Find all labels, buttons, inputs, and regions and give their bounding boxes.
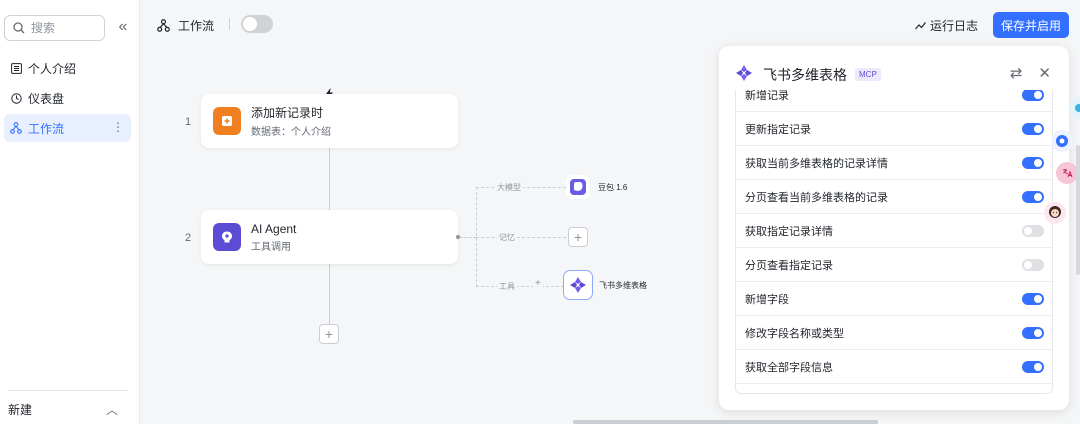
panel-title: 飞书多维表格 [763, 66, 847, 83]
tool-label: 新增字段 [745, 293, 789, 306]
tool-toggle-switch[interactable] [1022, 191, 1044, 203]
tool-row: 分页查看当前多维表格的记录 [736, 180, 1052, 214]
tool-toggle-switch[interactable] [1022, 90, 1044, 101]
search-input[interactable] [31, 21, 95, 35]
table-icon [10, 62, 22, 74]
search-icon [13, 22, 25, 34]
sidebar-item-profile[interactable]: 个人介绍 [4, 54, 131, 82]
tool-toggle-switch[interactable] [1022, 361, 1044, 373]
workflow-icon [157, 19, 170, 32]
tool-row: 获取全部字段信息 [736, 350, 1052, 384]
vertical-scrollbar[interactable] [1076, 145, 1080, 275]
add-step-button[interactable]: + [319, 324, 339, 344]
tool-label: 获取全部字段信息 [745, 361, 833, 374]
connector-line [329, 148, 330, 210]
run-log-label: 运行日志 [930, 19, 979, 33]
sidebar-item-label: 个人介绍 [28, 61, 77, 76]
tool-label: 新增记录 [745, 90, 789, 102]
tool-label: 更新指定记录 [745, 123, 811, 136]
feishu-base-icon [735, 64, 753, 85]
translate-float-icon[interactable] [1056, 162, 1078, 184]
tool-toggle-switch[interactable] [1022, 327, 1044, 339]
connector-line [329, 264, 330, 324]
more-options-icon[interactable]: ⋮ [112, 120, 124, 134]
tool-row: 新增记录 [736, 90, 1052, 112]
add-memory-button[interactable]: + [568, 227, 588, 247]
tool-toggle-switch[interactable] [1022, 157, 1044, 169]
tool-row: 新增字段 [736, 282, 1052, 316]
topbar: 工作流 运行日志 保存并启用 [141, 0, 1080, 46]
panel-header: 飞书多维表格 MCP [735, 64, 881, 85]
sidebar-item-workflow[interactable]: 工作流 ⋮ [4, 114, 131, 142]
tool-list: 新增记录更新指定记录获取当前多维表格的记录详情 分页查看当前多维表格的记录 获取指定… [735, 90, 1053, 394]
tool-name: 飞书多维表格 [599, 280, 647, 290]
search-box[interactable] [4, 15, 105, 41]
node-subtitle: 工具调用 [251, 241, 291, 253]
model-node[interactable]: 豆包 1.6 [566, 175, 627, 199]
connector-line [460, 237, 476, 238]
sidebar-item-dashboard[interactable]: 仪表盘 [4, 84, 131, 112]
collapse-sidebar-icon[interactable]: « [114, 17, 132, 37]
tool-row: 修改字段名称或类型 [736, 316, 1052, 350]
horizontal-scrollbar[interactable] [573, 420, 878, 424]
workflow-title-text: 工作流 [178, 19, 215, 33]
avatar-float-icon[interactable] [1044, 202, 1066, 224]
connector-line [476, 237, 566, 238]
new-label: 新建 [8, 403, 33, 417]
branch-label-memory: 记忆 [497, 232, 517, 243]
tool-toggle-switch[interactable] [1022, 293, 1044, 305]
step-number: 1 [185, 116, 192, 128]
mcp-badge: MCP [855, 68, 881, 81]
tool-label: 分页查看当前多维表格的记录 [745, 191, 888, 204]
trigger-node[interactable]: 添加新记录时 数据表：个人介绍 [201, 94, 458, 148]
doubao-model-icon [566, 175, 590, 199]
node-title: 添加新记录时 [251, 106, 324, 120]
step-number: 2 [185, 232, 192, 244]
tool-config-panel: 飞书多维表格 MCP ⇄ ✕ 新增记录更新指定记录获取当前多维表格的记录详情 分页… [719, 46, 1069, 410]
workflow-enable-toggle[interactable] [241, 15, 273, 33]
workflow-icon [10, 122, 22, 134]
close-icon[interactable]: ✕ [1038, 64, 1051, 82]
run-log-button[interactable]: 运行日志 [915, 17, 978, 34]
tool-label: 修改字段名称或类型 [745, 327, 844, 340]
tool-row: 分页查看指定记录 [736, 248, 1052, 282]
chevron-up-icon[interactable]: ︿ [106, 401, 118, 418]
swap-icon[interactable]: ⇄ [1010, 64, 1023, 82]
sidebar-item-label: 仪表盘 [28, 91, 65, 106]
save-enable-button[interactable]: 保存并启用 [993, 12, 1069, 38]
tool-node[interactable]: 飞书多维表格 [563, 270, 647, 300]
sidebar-item-label: 工作流 [28, 121, 65, 136]
tool-label: 获取当前多维表格的记录详情 [745, 157, 888, 170]
ai-agent-icon [213, 223, 241, 251]
ai-agent-node[interactable]: AI Agent 工具调用 [201, 210, 458, 264]
workflow-title: 工作流 [157, 17, 214, 34]
tool-row: 获取指定记录详情 [736, 214, 1052, 248]
feishu-base-icon [563, 270, 593, 300]
trend-icon [915, 21, 926, 30]
tool-toggle-switch[interactable] [1022, 225, 1044, 237]
sidebar: « 个人介绍 仪表盘 工作流 ⋮ 新建 ︿ [0, 0, 140, 424]
model-name: 豆包 1.6 [598, 182, 628, 192]
branch-label-tool: 工具 [497, 281, 517, 292]
tool-toggle-switch[interactable] [1022, 123, 1044, 135]
node-title: AI Agent [251, 221, 297, 236]
node-subtitle: 数据表：个人介绍 [251, 127, 331, 138]
dashboard-icon [10, 92, 22, 104]
add-record-icon [213, 107, 241, 135]
tool-label: 获取指定记录详情 [745, 225, 833, 238]
tool-toggle-switch[interactable] [1022, 259, 1044, 271]
tool-label: 分页查看指定记录 [745, 259, 833, 272]
divider [229, 18, 230, 30]
add-tool-icon[interactable]: + [533, 278, 543, 289]
tool-row: 更新指定记录 [736, 112, 1052, 146]
tool-row: 获取当前多维表格的记录详情 [736, 146, 1052, 180]
chat-float-icon[interactable] [1051, 130, 1073, 152]
sidebar-footer[interactable]: 新建 ︿ [8, 390, 128, 418]
connector-line [476, 286, 564, 287]
panel-actions: ⇄ ✕ [1010, 64, 1051, 82]
branch-label-model: 大模型 [495, 182, 523, 193]
